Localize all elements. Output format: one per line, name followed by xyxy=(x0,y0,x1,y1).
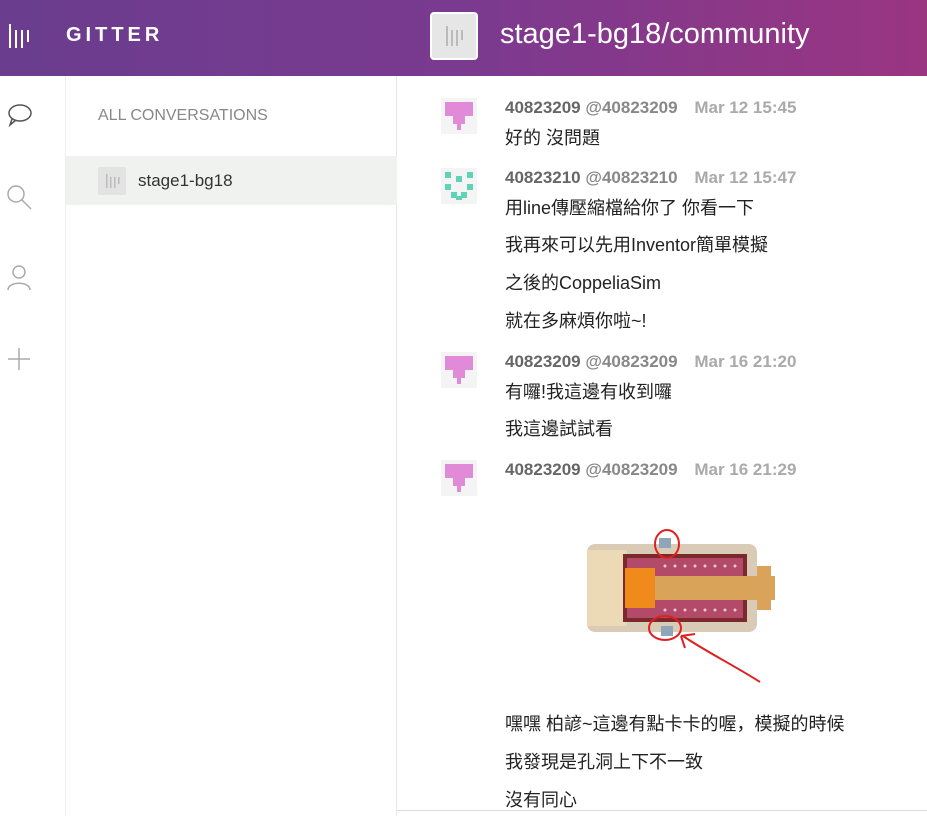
message-timestamp[interactable]: Mar 16 21:29 xyxy=(694,460,796,479)
message-timestamp[interactable]: Mar 12 15:47 xyxy=(694,168,796,187)
composer-divider xyxy=(397,810,927,811)
gitter-logo-icon[interactable] xyxy=(8,22,32,50)
message-meta: 40823209 @40823209 Mar 16 21:20 xyxy=(505,352,796,372)
message-username[interactable]: 40823210 xyxy=(505,168,581,187)
message-text: 就在多麻煩你啦~! xyxy=(505,311,647,331)
room-logo-icon xyxy=(446,26,463,46)
conversation-avatar xyxy=(98,167,126,195)
message-meta: 40823209 @40823209 Mar 12 15:45 xyxy=(505,98,796,118)
room-avatar xyxy=(430,12,478,60)
message-text: 用line傳壓縮檔給你了 你看一下 xyxy=(505,198,755,218)
room-logo-icon xyxy=(106,174,120,188)
message-meta: 40823209 @40823209 Mar 16 21:29 xyxy=(505,460,796,480)
message-handle[interactable]: @40823210 xyxy=(585,168,677,187)
message-text: 好的 沒問題 xyxy=(505,128,601,148)
message-text: 嘿嘿 柏諺~這邊有點卡卡的喔，模擬的時候 xyxy=(505,714,845,734)
cad-drawing-image xyxy=(505,486,817,702)
message-username[interactable]: 40823209 xyxy=(505,460,581,479)
user-avatar[interactable] xyxy=(441,168,477,204)
message-text: 我再來可以先用Inventor簡單模擬 xyxy=(505,235,769,255)
message-timestamp[interactable]: Mar 12 15:45 xyxy=(694,98,796,117)
message-text: 有囉!我這邊有收到囉 xyxy=(505,382,673,402)
top-bar: GITTER stage1-bg18/community xyxy=(0,0,927,76)
message-handle[interactable]: @40823209 xyxy=(585,98,677,117)
message-timestamp[interactable]: Mar 16 21:20 xyxy=(694,352,796,371)
user-icon[interactable] xyxy=(4,262,34,292)
plus-icon[interactable] xyxy=(4,344,34,374)
brand-name[interactable]: GITTER xyxy=(66,24,163,47)
message-username[interactable]: 40823209 xyxy=(505,98,581,117)
icon-sidebar xyxy=(0,76,66,816)
conversations-panel: ALL CONVERSATIONS stage1-bg18 xyxy=(66,76,397,816)
message-handle[interactable]: @40823209 xyxy=(585,352,677,371)
conversations-header: ALL CONVERSATIONS xyxy=(98,107,268,124)
message-text: 我發現是孔洞上下不一致 xyxy=(505,752,703,772)
user-avatar[interactable] xyxy=(441,460,477,496)
user-avatar[interactable] xyxy=(441,98,477,134)
speech-bubble-icon[interactable] xyxy=(4,100,34,130)
message-handle[interactable]: @40823209 xyxy=(585,460,677,479)
attachment-image[interactable] xyxy=(505,486,817,702)
message-text: 之後的CoppeliaSim xyxy=(505,273,662,293)
room-title: stage1-bg18/community xyxy=(500,18,810,50)
search-icon[interactable] xyxy=(4,182,34,212)
conversation-label: stage1-bg18 xyxy=(138,171,233,190)
user-avatar[interactable] xyxy=(441,352,477,388)
chat-area: 40823209 @40823209 Mar 12 15:45 好的 沒問題 4… xyxy=(397,76,927,816)
message-text: 我這邊試試看 xyxy=(505,419,613,439)
conversation-item-stage1-bg18[interactable]: stage1-bg18 xyxy=(66,156,397,205)
message-text: 沒有同心 xyxy=(505,790,577,810)
message-username[interactable]: 40823209 xyxy=(505,352,581,371)
message-meta: 40823210 @40823210 Mar 12 15:47 xyxy=(505,168,796,188)
